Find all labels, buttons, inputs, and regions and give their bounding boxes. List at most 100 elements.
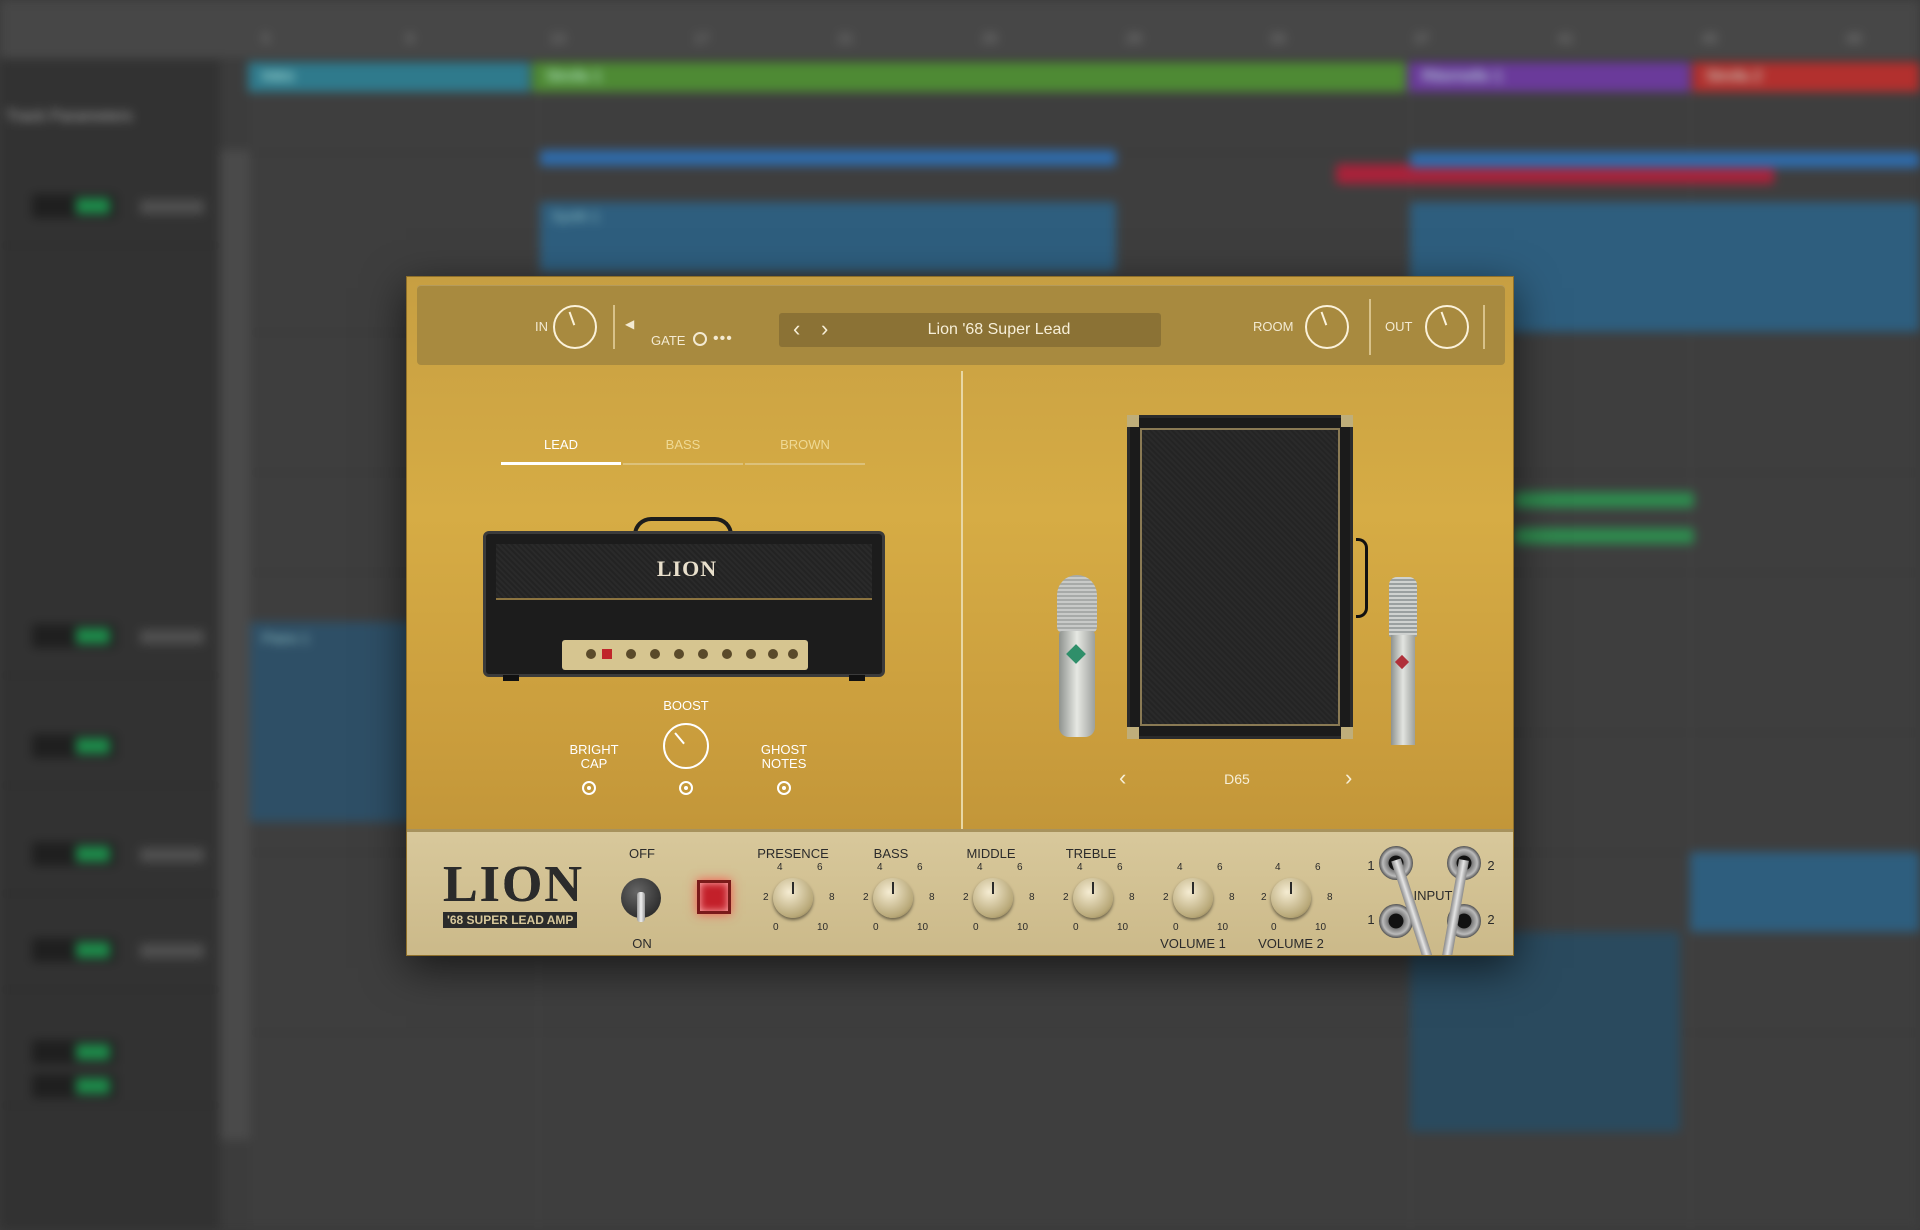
inspector-title: Track Parameters: [6, 108, 133, 125]
preset-prev-icon[interactable]: ‹: [793, 318, 800, 340]
output-level-knob[interactable]: [1425, 305, 1469, 349]
output-level-label: OUT: [1385, 319, 1413, 334]
ghost-notes-label: GHOST NOTES: [760, 742, 808, 771]
marker-ritornello-1[interactable]: Ritornello 1: [1408, 62, 1690, 92]
setting-field[interactable]: [140, 200, 204, 214]
track-header[interactable]: [0, 1020, 220, 1106]
brand-name: LION: [443, 856, 584, 913]
cabinet-next-icon[interactable]: ›: [1345, 767, 1352, 789]
on-label: ON: [632, 936, 652, 951]
boost-switch[interactable]: [679, 781, 693, 795]
clip[interactable]: [1690, 852, 1920, 932]
divider: [1369, 299, 1371, 355]
preset-next-icon[interactable]: ›: [821, 318, 828, 340]
jack-number: 2: [1487, 858, 1495, 873]
section-divider: [961, 371, 963, 861]
ruler-tick: 13: [550, 30, 566, 46]
gate-toggle[interactable]: [693, 332, 707, 346]
ruler-tick: 9: [406, 30, 414, 46]
preset-name[interactable]: Lion '68 Super Lead: [849, 313, 1149, 347]
track-header[interactable]: [0, 160, 220, 246]
amp-control-panel: LION '68 SUPER LEAD AMP OFF ON PRESENCE …: [407, 829, 1513, 955]
clip[interactable]: [1410, 152, 1920, 168]
bass-knob[interactable]: [873, 878, 913, 918]
marker-intro[interactable]: Intro: [248, 62, 530, 92]
ruler-tick: 37: [1414, 30, 1430, 46]
tab-bass[interactable]: BASS: [623, 437, 743, 465]
ruler-tick: 41: [1558, 30, 1574, 46]
off-label: OFF: [629, 846, 655, 861]
marker-strofa-1[interactable]: Strofa 1: [532, 62, 1406, 92]
presence-knob[interactable]: [773, 878, 813, 918]
track-header[interactable]: [0, 808, 220, 894]
cabinet-prev-icon[interactable]: ‹: [1119, 767, 1126, 789]
jack-number: 1: [1367, 912, 1375, 927]
volume-2-knob[interactable]: [1271, 878, 1311, 918]
ghost-notes-switch[interactable]: [777, 781, 791, 795]
amp-cabinet: LION: [483, 531, 885, 677]
level-meter: [32, 842, 116, 866]
ruler-tick: 33: [1270, 30, 1286, 46]
input-level-label: IN: [535, 319, 548, 334]
bright-cap-label: BRIGHT CAP: [569, 742, 619, 771]
track-header[interactable]: [0, 590, 220, 676]
brand-subtitle: '68 SUPER LEAD AMP: [443, 912, 578, 928]
level-meter: [32, 1040, 116, 1064]
arrangement-markers: Intro Strofa 1 Ritornello 1 Strofa 2: [248, 62, 1920, 92]
lion-amp-plugin-window: IN ◀ GATE ••• ‹ › Lion '68 Super Lead RO…: [406, 276, 1514, 956]
track-inspector: Track Parameters: [0, 60, 220, 1230]
tab-lead[interactable]: LEAD: [501, 437, 621, 465]
gate-flag-icon: ◀: [625, 317, 635, 331]
clip[interactable]: [1514, 492, 1694, 508]
marker-strofa-2[interactable]: Strofa 2: [1692, 62, 1920, 92]
divider: [613, 305, 615, 349]
boost-knob[interactable]: [663, 723, 709, 769]
ruler-tick: 25: [982, 30, 998, 46]
amp-head-image: LION: [483, 517, 885, 681]
more-options-icon[interactable]: •••: [713, 330, 733, 348]
jack-number: 1: [1367, 858, 1375, 873]
setting-field[interactable]: [140, 630, 204, 644]
volume-2-label: VOLUME 2: [1258, 936, 1324, 951]
bass-label: BASS: [873, 846, 909, 861]
middle-label: MIDDLE: [966, 846, 1016, 861]
treble-label: TREBLE: [1065, 846, 1117, 861]
middle-knob[interactable]: [973, 878, 1013, 918]
amp-front-panel: [562, 640, 808, 670]
brand-logo: LION '68 SUPER LEAD AMP: [443, 856, 584, 929]
track-header[interactable]: [0, 904, 220, 990]
power-toggle-switch[interactable]: [621, 878, 661, 922]
level-meter: [32, 734, 116, 758]
level-meter: [32, 194, 116, 218]
output-meter: [1483, 305, 1485, 349]
ruler-tick: 17: [694, 30, 710, 46]
room-label: ROOM: [1253, 319, 1294, 334]
room-knob[interactable]: [1305, 305, 1349, 349]
clip[interactable]: [1514, 528, 1694, 544]
setting-field[interactable]: [140, 848, 204, 862]
tab-brown[interactable]: BROWN: [745, 437, 865, 465]
ruler-tick: 45: [1702, 30, 1718, 46]
treble-knob[interactable]: [1073, 878, 1113, 918]
clip-synth[interactable]: Synth 1: [540, 202, 1116, 272]
timeline-ruler[interactable]: 5 9 13 17 21 25 29 33 37 41 45 49: [0, 0, 1920, 60]
ruler-tick: 29: [1126, 30, 1142, 46]
preset-selector[interactable]: ‹ › Lion '68 Super Lead: [779, 313, 1161, 347]
clip[interactable]: [1410, 932, 1680, 1132]
condenser-mic-image[interactable]: [1055, 575, 1099, 737]
ruler-tick: 5: [262, 30, 270, 46]
clip[interactable]: [540, 150, 1116, 166]
cabinet-name: D65: [1224, 771, 1250, 787]
boost-label: BOOST: [663, 698, 709, 713]
setting-field[interactable]: [140, 944, 204, 958]
level-meter: [32, 624, 116, 648]
track-header[interactable]: [0, 700, 220, 786]
track-color-strip: [220, 150, 250, 1140]
volume-1-knob[interactable]: [1173, 878, 1213, 918]
bright-cap-switch[interactable]: [582, 781, 596, 795]
input-level-knob[interactable]: [553, 305, 597, 349]
power-led-icon: [697, 880, 731, 914]
ribbon-mic-image[interactable]: [1387, 577, 1419, 745]
level-meter: [32, 938, 116, 962]
amp-logo: LION: [656, 556, 718, 581]
